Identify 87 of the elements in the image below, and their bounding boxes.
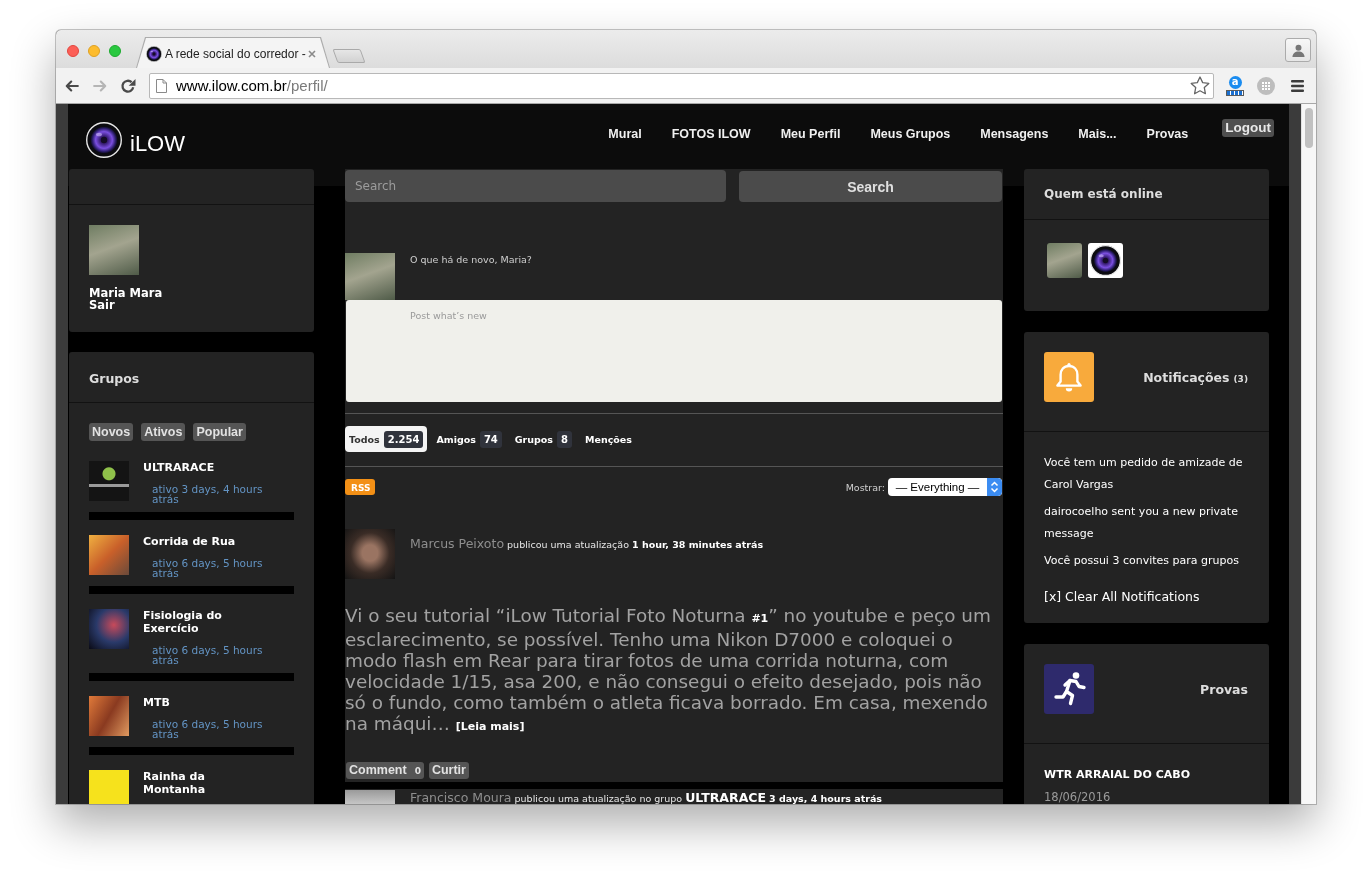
activity-header: Marcus Peixoto publicou uma atualização 1 hour, 38 minutes atrás [410,536,764,553]
feed-tab[interactable]: Amigos 74 [432,426,506,452]
group-link[interactable]: Corrida de Rua [143,535,236,548]
group-activity: ativo 6 days, 5 hours atrás [152,645,264,665]
group-activity: ativo 6 days, 5 hours atrás [152,558,264,578]
logout-link[interactable]: Sair [89,299,115,311]
search-button[interactable]: Search [739,171,1002,202]
race-date: 18/06/2016 [1044,789,1111,804]
group-link[interactable]: MTB [143,696,170,709]
keypad-icon[interactable] [1257,76,1275,95]
group-thumbnail[interactable] [89,461,129,501]
filter-label: Mostrar: [845,481,885,493]
filter-button[interactable]: Ativos [141,423,186,441]
post-field[interactable]: Post what’s new [346,300,1002,402]
group-thumbnail[interactable] [89,770,129,804]
filter-button[interactable]: Novos [89,423,134,441]
avatar-placeholder [89,225,139,275]
scrollbar[interactable] [1301,104,1316,804]
menu-icon[interactable] [1291,79,1304,92]
zoom-window-button[interactable] [109,45,121,57]
nav-link[interactable]: Mural [608,127,642,142]
comment-count: 0 [414,766,421,776]
notification-link[interactable]: Você possui 3 convites para grupos [1044,550,1256,572]
lens-icon[interactable] [1088,243,1123,278]
post-text: Vi o seu tutorial “iLow Tutorial Foto Noturna #1” no youtube e peço um esclarecimento, se possível. Tenho uma Nikon D7000 e coloquei o modo flash em Rear para tirar fotos de uma corrida noturna, com velocidade 1/15, asa 200, e não consegui o efeito desejado, pois não só o fundo, como também o atleta ficava borrado. Em casa, mexendo na máqui… [Leia mais] [345,605,992,734]
author-link[interactable]: Marcus Peixoto [410,536,505,551]
reload-icon[interactable] [120,77,136,94]
feed-tab[interactable]: Todos 2.254 [345,426,428,452]
logout-button[interactable]: Logout [1222,119,1274,137]
comment-button[interactable]: Comment 0 [346,762,424,779]
notification-link[interactable]: dairocoelho sent you a new private message [1044,501,1256,545]
group-link[interactable]: Fisiologia do Exercício [143,609,248,635]
runner-icon[interactable] [1044,664,1094,714]
browser-tab[interactable]: A rede social do corredor - [136,37,330,68]
feed-tab[interactable]: Menções [581,426,636,452]
site-name[interactable]: iLOW [130,131,185,157]
page-icon [156,78,167,93]
chevron-updown-icon [987,478,1002,496]
count-badge: 8 [557,430,572,448]
race-link[interactable]: WTR ARRAIAL DO CABO [1044,764,1190,786]
bell-icon[interactable] [1044,352,1094,402]
nav-link[interactable]: Meu Perfil [780,127,841,142]
avatar-placeholder [345,253,395,300]
avatar-placeholder[interactable] [1047,243,1082,278]
nav-link[interactable]: Meus Grupos [870,127,951,142]
count-badge: 74 [479,430,502,448]
panel-title: Quem está online [1044,187,1163,201]
group-activity: ativo 3 days, 4 hours atrás [152,484,264,504]
person-icon [1291,43,1305,57]
panel-title: Grupos [89,370,140,386]
post-prompt: O que há de novo, Maria? [410,254,532,266]
count-badge: 2.254 [383,430,424,448]
notification-count: (3) [1233,373,1248,384]
address-bar[interactable]: www.ilow.com.br/perfil/ [149,72,1214,99]
clear-notifications-link[interactable]: [x] Clear All Notifications [1044,589,1200,605]
feed-tab[interactable]: Grupos 8 [510,426,576,452]
read-more-link[interactable]: [Leia mais] [455,720,525,733]
user-name: Maria Mara [89,287,163,299]
panel-title: Notificações [1143,369,1230,385]
lens-icon [146,45,162,62]
new-tab-button[interactable] [332,49,366,63]
group-link[interactable]: ULTRARACE [685,790,767,804]
panel-title: Provas [1200,681,1248,697]
group-thumbnail[interactable] [89,609,129,649]
nav-link[interactable]: FOTOS ILOW [671,127,751,142]
minimize-window-button[interactable] [88,45,100,57]
nav-link[interactable]: Mensagens [980,127,1049,142]
group-activity: ativo 6 days, 5 hours atrás [152,719,264,739]
close-window-button[interactable] [67,45,79,57]
group-thumbnail[interactable] [89,535,129,575]
author-link[interactable]: Francisco Moura [410,790,512,804]
lens-icon[interactable] [86,122,122,158]
filter-select[interactable]: — Everything — [888,478,1002,496]
star-icon[interactable] [1190,76,1210,95]
search-field[interactable]: Search [345,170,726,202]
avatar-placeholder [345,529,395,579]
activity-header: Francisco Moura publicou uma atualização no grupo ULTRARACE 3 days, 4 hours atrás [410,791,882,804]
close-icon[interactable] [308,49,316,58]
filter-button[interactable]: Popular [193,423,246,441]
like-button[interactable]: Curtir [428,762,469,779]
nav-link[interactable]: Provas [1146,127,1189,142]
back-icon[interactable] [65,79,79,92]
nav-link[interactable]: Mais... [1078,127,1117,142]
group-thumbnail[interactable] [89,696,129,736]
group-link[interactable]: Rainha da Montanha [143,770,248,796]
profile-button[interactable] [1285,38,1311,62]
group-link[interactable]: ULTRARACE [143,461,215,474]
